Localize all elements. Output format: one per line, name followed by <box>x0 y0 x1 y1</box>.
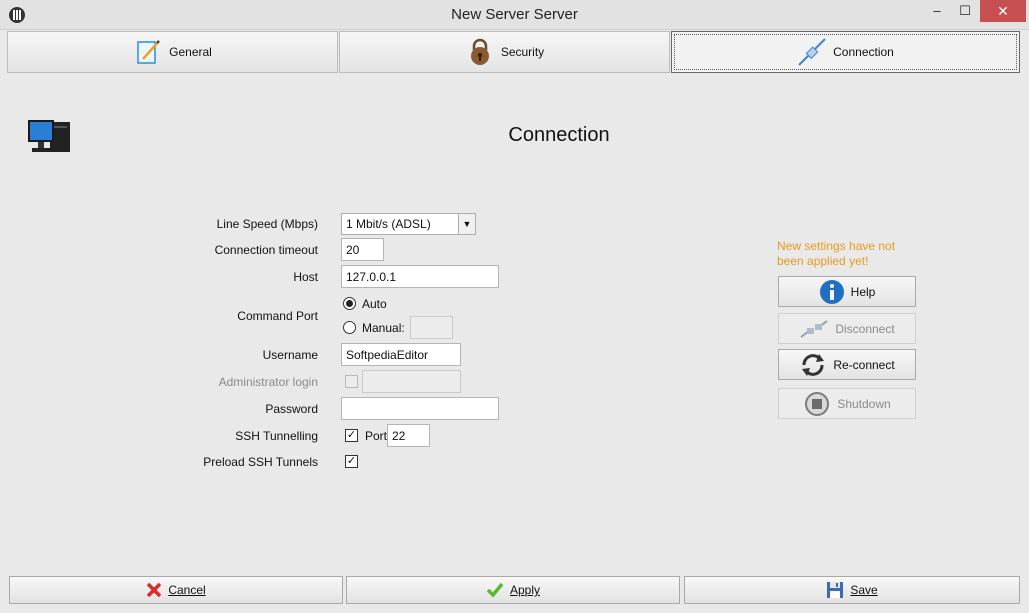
shutdown-icon <box>805 391 830 416</box>
tab-security-label: Security <box>500 45 545 59</box>
maximize-button[interactable]: ☐ <box>952 0 978 22</box>
username-label: Username <box>262 348 318 362</box>
host-input[interactable] <box>341 265 499 288</box>
unapplied-notice: New settings have not been applied yet! <box>777 239 896 268</box>
disconnect-label: Disconnect <box>835 321 895 336</box>
ssh-port-input[interactable] <box>387 424 430 447</box>
tab-general[interactable]: General <box>7 31 338 73</box>
apply-label: Apply <box>509 583 541 597</box>
line-speed-value: 1 Mbit/s (ADSL) <box>346 217 431 231</box>
cancel-button[interactable]: Cancel <box>9 576 343 604</box>
line-speed-select[interactable]: 1 Mbit/s (ADSL) ▼ <box>341 213 476 235</box>
command-port-label: Command Port <box>237 309 318 323</box>
floppy-disk-icon <box>827 582 844 598</box>
admin-login-input[interactable] <box>362 370 461 393</box>
ssh-tunnelling-label: SSH Tunnelling <box>235 429 318 443</box>
host-label: Host <box>293 270 318 284</box>
tab-bar: General Security Connection <box>7 31 1021 73</box>
ssh-tunnelling-checkbox[interactable]: ✓ <box>345 429 358 442</box>
admin-login-checkbox[interactable] <box>345 375 358 388</box>
help-label: Help <box>850 284 876 299</box>
shutdown-label: Shutdown <box>837 396 891 411</box>
shutdown-button[interactable]: Shutdown <box>778 388 916 419</box>
timeout-label: Connection timeout <box>214 243 318 257</box>
window-title: New Server Server <box>451 6 578 23</box>
minimize-button[interactable]: – <box>924 0 950 22</box>
command-port-auto-label: Auto <box>362 297 387 311</box>
reconnect-label: Re-connect <box>833 357 895 372</box>
help-button[interactable]: Help <box>778 276 916 307</box>
red-x-icon <box>147 582 162 598</box>
username-input[interactable] <box>341 343 461 366</box>
admin-login-label: Administrator login <box>218 375 318 389</box>
ssh-port-label: Port <box>365 429 388 443</box>
tab-general-label: General <box>169 45 212 59</box>
command-port-manual-label: Manual: <box>362 321 405 335</box>
tab-connection[interactable]: Connection <box>671 31 1020 73</box>
save-button[interactable]: Save <box>684 576 1020 604</box>
disconnect-button[interactable]: Disconnect <box>778 313 916 344</box>
info-icon <box>819 279 844 304</box>
refresh-icon <box>802 353 825 376</box>
title-bar: New Server Server – ☐ ✕ <box>0 0 1029 30</box>
tab-connection-label: Connection <box>833 45 894 59</box>
preload-ssh-label: Preload SSH Tunnels <box>203 455 318 469</box>
reconnect-button[interactable]: Re-connect <box>778 349 916 380</box>
command-port-manual-radio[interactable] <box>343 321 356 334</box>
cancel-label: Cancel <box>168 583 206 597</box>
line-speed-label: Line Speed (Mbps) <box>216 217 318 231</box>
password-input[interactable] <box>341 397 499 420</box>
plug-cable-icon <box>798 38 826 66</box>
chevron-down-icon[interactable]: ▼ <box>458 214 475 234</box>
apply-button[interactable]: Apply <box>346 576 680 604</box>
page-title: Connection <box>508 124 610 146</box>
checkmark-icon <box>486 582 504 598</box>
command-port-auto-radio[interactable] <box>343 297 356 310</box>
password-label: Password <box>265 402 318 416</box>
save-label: Save <box>850 583 878 597</box>
tab-security[interactable]: Security <box>339 31 670 73</box>
close-button[interactable]: ✕ <box>980 0 1026 22</box>
command-port-manual-input[interactable] <box>410 316 453 339</box>
pencil-paper-icon <box>137 40 161 64</box>
timeout-input[interactable] <box>341 238 384 261</box>
disconnect-icon <box>800 319 828 338</box>
padlock-icon <box>470 38 489 65</box>
preload-ssh-checkbox[interactable]: ✓ <box>345 455 358 468</box>
